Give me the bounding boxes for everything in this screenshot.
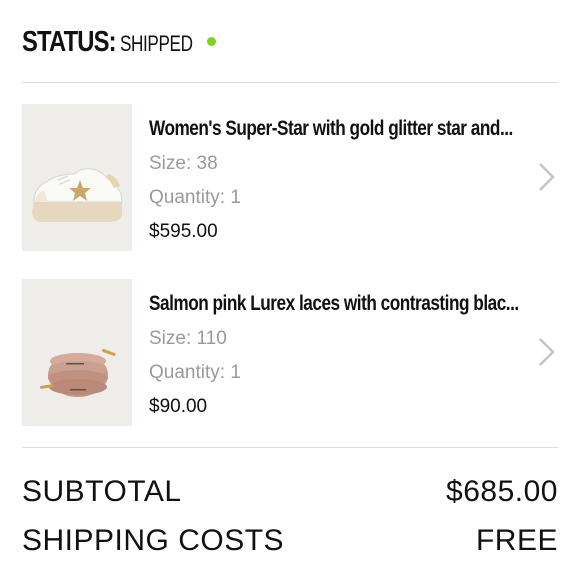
item-quantity: Quantity: 1 bbox=[149, 187, 241, 208]
subtotal-row: SUBTOTAL $685.00 bbox=[22, 475, 558, 515]
item-price: $90.00 bbox=[149, 396, 208, 417]
divider bbox=[22, 82, 558, 83]
order-item[interactable]: Women's Super-Star with gold glitter sta… bbox=[22, 104, 558, 252]
subtotal-value: $685.00 bbox=[446, 475, 558, 508]
shipping-row: SHIPPING COSTS FREE bbox=[22, 524, 558, 564]
subtotal-label: SUBTOTAL bbox=[22, 475, 182, 508]
shipping-label: SHIPPING COSTS bbox=[22, 524, 285, 557]
item-price: $595.00 bbox=[149, 221, 218, 242]
shipping-value: FREE bbox=[475, 524, 558, 557]
sneaker-image bbox=[22, 104, 132, 251]
status-value: SHIPPED bbox=[120, 31, 193, 56]
status-indicator-dot bbox=[207, 37, 216, 46]
item-size: Size: 38 bbox=[149, 153, 218, 174]
product-image[interactable] bbox=[22, 104, 132, 251]
order-status: STATUS: SHIPPED bbox=[22, 26, 216, 59]
status-label: STATUS: bbox=[22, 26, 117, 58]
laces-image bbox=[22, 279, 132, 426]
divider bbox=[22, 447, 558, 448]
chevron-right-icon[interactable] bbox=[536, 162, 556, 192]
item-title[interactable]: Women's Super-Star with gold glitter sta… bbox=[149, 117, 513, 141]
item-size: Size: 110 bbox=[149, 328, 227, 349]
product-image[interactable] bbox=[22, 279, 132, 426]
order-item[interactable]: Salmon pink Lurex laces with contrasting… bbox=[22, 279, 558, 427]
item-quantity: Quantity: 1 bbox=[149, 362, 241, 383]
chevron-right-icon[interactable] bbox=[536, 337, 556, 367]
item-title[interactable]: Salmon pink Lurex laces with contrasting… bbox=[149, 292, 519, 316]
